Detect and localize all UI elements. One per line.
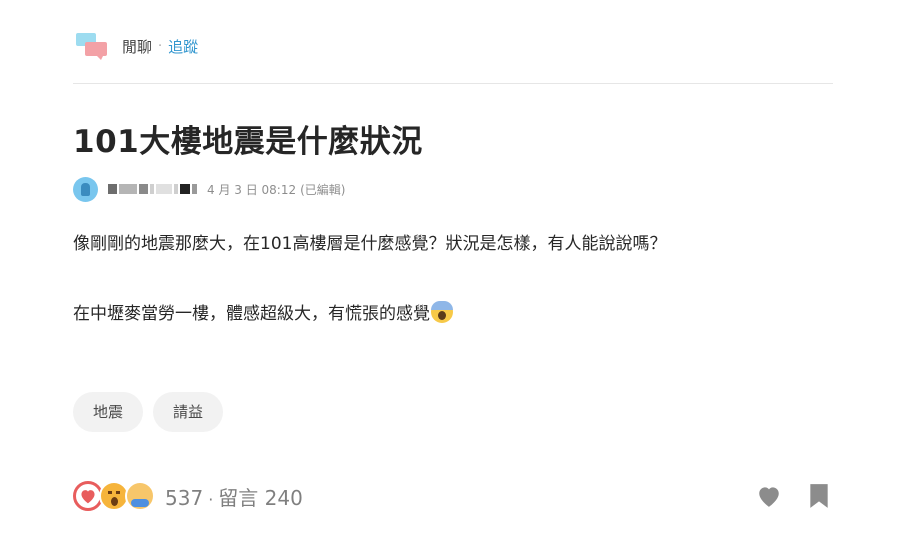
post-date: 4 月 3 日 08:12	[207, 182, 297, 197]
board-chat-icon[interactable]	[76, 31, 108, 61]
board-name[interactable]: 閒聊	[122, 36, 152, 57]
follow-link[interactable]: 追蹤	[168, 36, 198, 57]
author-name-redacted[interactable]	[108, 184, 197, 194]
separator-dot: ·	[158, 38, 163, 54]
crying-face-icon	[125, 481, 155, 511]
separator-dot: ·	[208, 489, 214, 509]
reaction-summary[interactable]	[73, 481, 155, 511]
heart-outline-icon[interactable]	[755, 482, 783, 510]
header-divider	[73, 83, 833, 84]
board-header: 閒聊 · 追蹤	[76, 31, 198, 61]
post-actions	[755, 482, 833, 510]
bookmark-icon[interactable]	[805, 482, 833, 510]
like-count: 537	[165, 485, 204, 510]
tag-list: 地震 請益	[73, 392, 224, 432]
post-meta: 4 月 3 日 08:12 (已編輯)	[73, 176, 346, 202]
face-screaming-icon	[431, 301, 453, 323]
author-avatar-icon[interactable]	[73, 176, 98, 202]
post-content: 像剛剛的地震那麼大，在101高樓層是什麼感覺？狀況是怎樣，有人能說說嗎？ 在中壢…	[73, 232, 833, 326]
tag-ask-advice[interactable]: 請益	[153, 392, 224, 432]
post-paragraph: 像剛剛的地震那麼大，在101高樓層是什麼感覺？狀況是怎樣，有人能說說嗎？	[73, 232, 833, 256]
paragraph-text: 在中壢麥當勞一樓，體感超級大，有慌張的感覺	[73, 304, 430, 324]
post-footer: 537 · 留言 240	[73, 478, 833, 514]
post-title: 101大樓地震是什麼狀況	[73, 124, 423, 160]
paragraph-text: 像剛剛的地震那麼大，在101高樓層是什麼感覺？狀況是怎樣，有人能說說嗎？	[73, 234, 667, 254]
edited-label: (已編輯)	[300, 182, 346, 197]
tag-earthquake[interactable]: 地震	[73, 392, 144, 432]
comment-count[interactable]: 留言 240	[218, 486, 303, 510]
reaction-stats: 537 · 留言 240	[165, 482, 303, 511]
post-paragraph: 在中壢麥當勞一樓，體感超級大，有慌張的感覺	[73, 301, 833, 326]
